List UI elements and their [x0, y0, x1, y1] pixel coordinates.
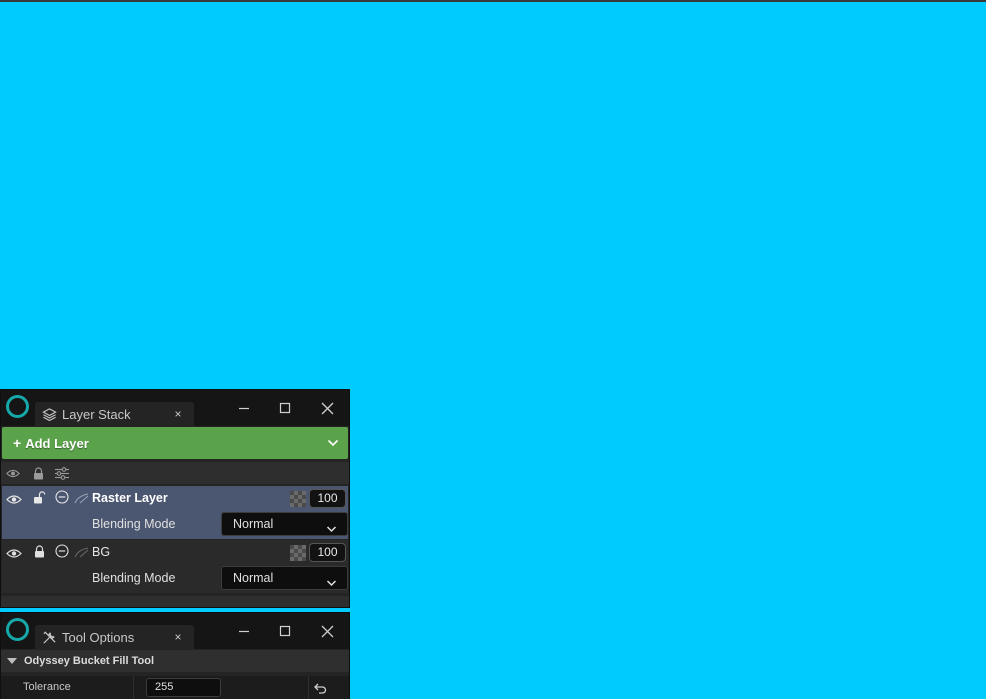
- tool-section-title: Odyssey Bucket Fill Tool: [24, 655, 154, 667]
- blending-mode-label: Blending Mode: [92, 571, 176, 585]
- lock-icon[interactable]: [31, 544, 47, 558]
- layer-row-bg[interactable]: BG 100 Blending Mode Normal: [2, 540, 348, 593]
- close-tab-button[interactable]: ×: [168, 630, 188, 644]
- blending-mode-select[interactable]: Normal: [221, 566, 348, 590]
- layer-thumbnail: [290, 491, 306, 507]
- blending-mode-value: Normal: [233, 571, 274, 585]
- layer-header-row: [1, 462, 349, 484]
- chevron-down-icon: [326, 572, 337, 594]
- minimize-button[interactable]: [233, 621, 255, 641]
- layer-name: BG: [92, 545, 111, 559]
- tab-tool-options[interactable]: Tool Options ×: [35, 625, 194, 649]
- unlock-icon[interactable]: [31, 490, 47, 504]
- tools-icon: [41, 629, 57, 645]
- tab-layer-stack-label: Layer Stack: [62, 406, 131, 422]
- sliders-icon[interactable]: [55, 466, 69, 480]
- layer-row-raster-layer[interactable]: Raster Layer 100 Blending Mode Normal: [2, 486, 348, 539]
- tolerance-label: Tolerance: [23, 681, 71, 693]
- layer-opacity-field[interactable]: 100: [309, 489, 346, 508]
- layer-opacity-field[interactable]: 100: [309, 543, 346, 562]
- close-window-button[interactable]: [316, 398, 338, 418]
- reset-arrow-icon[interactable]: [313, 681, 327, 695]
- chevron-down-icon: [326, 518, 337, 540]
- tolerance-input[interactable]: 255: [146, 678, 221, 697]
- tool-options-window: Tool Options × Odyssey Bucket Fill Tool …: [0, 612, 350, 699]
- eye-icon[interactable]: [6, 492, 22, 506]
- tab-layer-stack[interactable]: Layer Stack ×: [35, 402, 194, 426]
- layer-list-scrollbar[interactable]: [1, 596, 349, 607]
- brush-icon: [74, 491, 90, 505]
- minimize-button[interactable]: [233, 398, 255, 418]
- app-logo-icon: [6, 618, 29, 641]
- close-tab-button[interactable]: ×: [168, 407, 188, 421]
- add-layer-button[interactable]: + Add Layer: [2, 427, 348, 459]
- plus-icon: +: [13, 435, 22, 451]
- top-edge-strip: [0, 0, 986, 2]
- layers-icon: [41, 406, 57, 422]
- minus-circle-icon[interactable]: [54, 544, 70, 558]
- close-window-button[interactable]: [316, 621, 338, 641]
- tolerance-row: Tolerance 255: [1, 676, 349, 699]
- blending-mode-value: Normal: [233, 517, 274, 531]
- column-divider: [308, 676, 309, 699]
- layer-name: Raster Layer: [92, 491, 168, 505]
- tool-options-titlebar[interactable]: Tool Options ×: [1, 613, 349, 649]
- tab-tool-options-label: Tool Options: [62, 629, 135, 645]
- eye-icon[interactable]: [6, 466, 20, 480]
- layer-thumbnail: [290, 545, 306, 561]
- tool-section-header[interactable]: Odyssey Bucket Fill Tool: [1, 650, 349, 672]
- maximize-button[interactable]: [274, 621, 296, 641]
- blending-mode-select[interactable]: Normal: [221, 512, 348, 536]
- app-logo-icon: [6, 395, 29, 418]
- chevron-down-icon[interactable]: [318, 439, 348, 447]
- add-layer-label: Add Layer: [25, 435, 89, 451]
- lock-icon[interactable]: [31, 466, 45, 480]
- layer-stack-window: Layer Stack × + Add Layer Raster Layer 1…: [0, 389, 350, 608]
- blending-mode-label: Blending Mode: [92, 517, 176, 531]
- column-divider: [133, 676, 134, 699]
- layer-stack-titlebar[interactable]: Layer Stack ×: [1, 390, 349, 426]
- maximize-button[interactable]: [274, 398, 296, 418]
- minus-circle-icon[interactable]: [54, 490, 70, 504]
- collapse-triangle-icon: [7, 658, 17, 664]
- eye-icon[interactable]: [6, 546, 22, 560]
- brush-icon: [74, 545, 90, 559]
